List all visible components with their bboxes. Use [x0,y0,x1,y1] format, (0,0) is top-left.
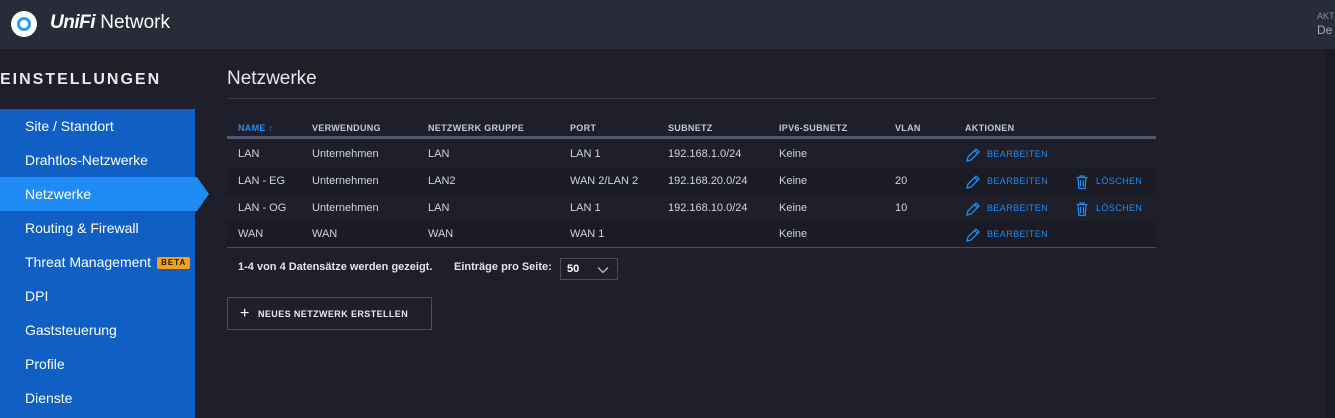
cell-port: LAN 1 [570,202,601,214]
table-bottom-divider [227,247,1156,248]
cell-group: LAN [428,148,450,160]
edit-label: BEARBEITEN [987,176,1049,186]
top-bar: UniFi Network AKT De [0,0,1335,49]
records-count: 1-4 von 4 Datensätze werden gezeigt. [238,261,433,273]
edit-label: BEARBEITEN [987,149,1049,159]
per-page-label: Einträge pro Seite: [454,261,552,273]
sidebar-item-site[interactable]: Site / Standort [0,109,195,143]
create-network-label: NEUES NETZWERK ERSTELLEN [258,309,409,319]
column-header-usage[interactable]: VERWENDUNG [312,123,381,133]
top-right-line2: De [1317,23,1333,37]
app-brand[interactable]: UniFi Network [50,12,170,34]
column-header-name[interactable]: NAME ↑ [238,123,273,133]
cell-ipv6: Keine [779,148,808,160]
cell-ipv6: Keine [779,202,808,214]
table-row: LAN - OG Unternehmen LAN LAN 1 192.168.1… [227,195,1156,222]
right-edge-panel [1327,49,1335,418]
table-row: WAN WAN WAN WAN 1 Keine BEARBEITEN [227,221,1156,248]
beta-badge: BETA [157,257,191,269]
trash-icon [1076,175,1088,190]
cell-ipv6: Keine [779,175,808,187]
per-page-select[interactable]: 50 [560,258,618,280]
sidebar-item-routing-firewall[interactable]: Routing & Firewall [0,211,195,245]
cell-name: LAN - EG [238,175,286,187]
cell-group: WAN [428,228,454,240]
page-title: Netzwerke [227,68,317,89]
sidebar-item-label: DPI [25,288,49,304]
cell-subnet: 192.168.20.0/24 [668,175,748,187]
top-right-line1: AKT [1317,11,1335,21]
cell-name: WAN [238,228,264,240]
brand-unifi: UniFi [50,12,96,33]
delete-label: LÖSCHEN [1096,203,1143,213]
table-row: LAN - EG Unternehmen LAN2 WAN 2/LAN 2 19… [227,168,1156,195]
column-header-name-label: NAME [238,123,266,133]
cell-group: LAN2 [428,175,456,187]
sort-ascending-icon: ↑ [268,123,274,133]
sidebar-item-label: Drahtlos-Netzwerke [25,152,148,168]
sidebar-item-networks[interactable]: Netzwerke [0,177,209,211]
ubiquiti-logo-icon[interactable] [11,11,37,37]
sidebar-item-threat-management[interactable]: Threat Management BETA [0,245,195,279]
sidebar-item-label: Routing & Firewall [25,220,139,236]
column-header-port[interactable]: PORT [570,123,596,133]
column-header-group[interactable]: NETZWERK GRUPPE [428,123,524,133]
sidebar-item-guest-control[interactable]: Gaststeuerung [0,313,195,347]
sidebar-item-label: Netzwerke [25,186,92,202]
delete-label: LÖSCHEN [1096,176,1143,186]
cell-usage: Unternehmen [312,175,379,187]
sidebar: Site / Standort Drahtlos-Netzwerke Netzw… [0,109,209,418]
cell-name: LAN - OG [238,202,287,214]
top-right-status: AKT De [1317,9,1335,37]
column-header-subnet[interactable]: SUBNETZ [668,123,713,133]
edit-label: BEARBEITEN [987,203,1049,213]
sidebar-header: EINSTELLUNGEN [0,49,195,109]
pencil-icon [966,202,980,216]
column-header-ipv6[interactable]: IPV6-SUBNETZ [779,123,848,133]
table-header-divider [227,136,1156,139]
pencil-icon [966,228,980,242]
trash-icon [1076,202,1088,217]
per-page-value: 50 [567,263,580,275]
cell-port: LAN 1 [570,148,601,160]
cell-group: LAN [428,202,450,214]
cell-usage: Unternehmen [312,202,379,214]
cell-subnet: 192.168.1.0/24 [668,148,742,160]
sidebar-item-label: Dienste [25,390,73,406]
table-row: LAN Unternehmen LAN LAN 1 192.168.1.0/24… [227,141,1156,168]
cell-ipv6: Keine [779,228,808,240]
title-divider [227,98,1156,99]
cell-port: WAN 2/LAN 2 [570,175,639,187]
sidebar-item-label: Gaststeuerung [25,322,117,338]
brand-network: Network [100,12,170,33]
pencil-icon [966,148,980,162]
sidebar-item-services[interactable]: Dienste [0,381,195,415]
sidebar-title: EINSTELLUNGEN [0,71,162,88]
sidebar-item-dpi[interactable]: DPI [0,279,195,313]
sidebar-item-profiles[interactable]: Profile [0,347,195,381]
cell-port: WAN 1 [570,228,605,240]
column-header-vlan[interactable]: VLAN [895,123,921,133]
cell-subnet: 192.168.10.0/24 [668,202,748,214]
edit-label: BEARBEITEN [987,229,1049,239]
sidebar-item-label: Site / Standort [25,118,114,134]
sidebar-item-label: Threat Management [25,254,152,270]
chevron-down-icon [597,267,609,274]
cell-vlan: 20 [895,175,908,187]
plus-icon: + [240,305,250,322]
cell-vlan: 10 [895,202,908,214]
create-network-button[interactable]: + NEUES NETZWERK ERSTELLEN [227,297,432,330]
cell-usage: Unternehmen [312,148,379,160]
pencil-icon [966,175,980,189]
cell-usage: WAN [312,228,338,240]
sidebar-item-wireless[interactable]: Drahtlos-Netzwerke [0,143,195,177]
column-header-actions: AKTIONEN [965,123,1015,133]
cell-name: LAN [238,148,260,160]
sidebar-item-label: Profile [25,356,65,372]
